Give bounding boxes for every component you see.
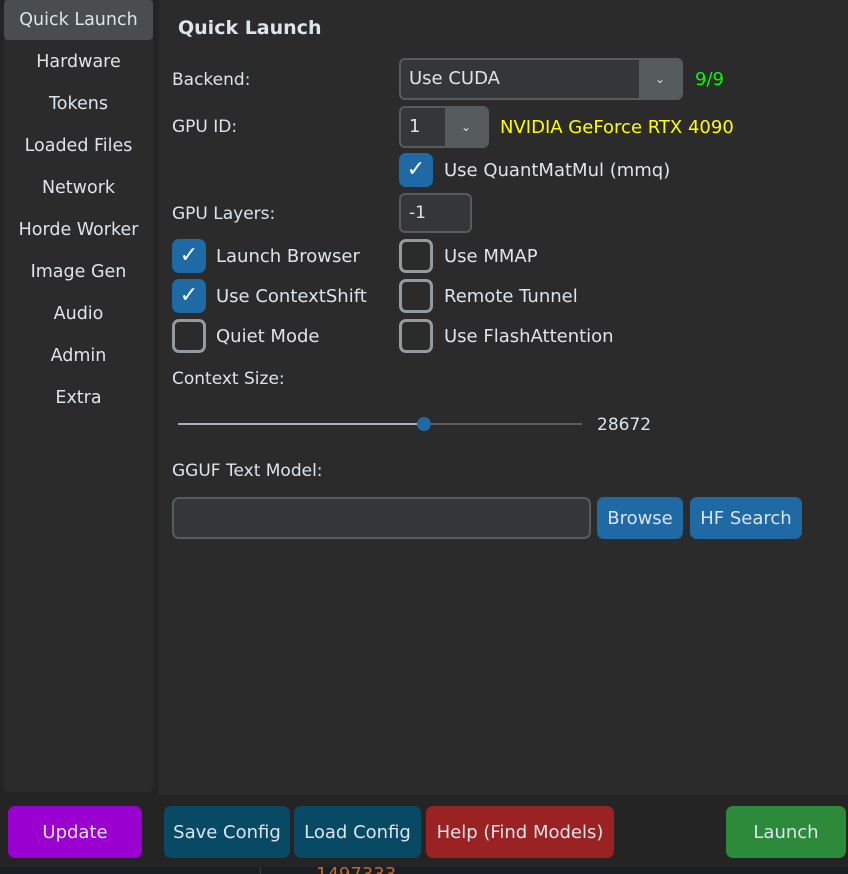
mmq-label: Use QuantMatMul (mmq) [444,160,671,181]
chevron-down-icon[interactable]: ⌄ [445,108,487,146]
background-window: 1497333 [0,867,848,874]
gpu-id-select[interactable]: 1 ⌄ [399,106,489,148]
update-button[interactable]: Update [8,806,142,858]
sidebar-item-network[interactable]: Network [4,168,153,208]
remote-tunnel-label: Remote Tunnel [444,286,578,307]
sidebar-item-audio[interactable]: Audio [4,294,153,334]
quiet-mode-label: Quiet Mode [216,326,320,347]
sidebar-item-admin[interactable]: Admin [4,336,153,376]
use-mmap-label: Use MMAP [444,246,538,267]
context-size-value: 28672 [597,415,652,435]
launch-browser-label: Launch Browser [216,246,360,267]
backend-count: 9/9 [695,69,724,90]
flash-attention-label: Use FlashAttention [444,326,614,347]
checkmark-icon: ✓ [179,243,199,268]
sidebar-item-hardware[interactable]: Hardware [4,42,153,82]
launch-browser-checkbox[interactable]: ✓ [172,239,206,273]
chevron-down-icon[interactable]: ⌄ [639,60,681,98]
sidebar-item-horde-worker[interactable]: Horde Worker [4,210,153,250]
sidebar-item-extra[interactable]: Extra [4,378,153,418]
browse-button[interactable]: Browse [597,497,683,539]
checkmark-icon: ✓ [406,157,426,182]
context-size-label: Context Size: [172,369,285,389]
sidebar-item-quick-launch[interactable]: Quick Launch [4,0,153,40]
slider-fill [178,423,425,425]
model-label: GGUF Text Model: [172,461,323,481]
background-text: 1497333 [316,867,396,874]
gpu-id-value: 1 [409,116,421,137]
sidebar: Quick Launch Hardware Tokens Loaded File… [4,0,153,792]
gpu-name: NVIDIA GeForce RTX 4090 [500,117,734,138]
sidebar-item-loaded-files[interactable]: Loaded Files [4,126,153,166]
use-mmap-checkbox[interactable] [399,239,433,273]
sidebar-item-image-gen[interactable]: Image Gen [4,252,153,292]
gpu-id-label: GPU ID: [172,117,238,137]
page-title: Quick Launch [178,17,322,39]
divider [260,867,261,874]
save-config-button[interactable]: Save Config [164,806,290,858]
hf-search-button[interactable]: HF Search [690,497,802,539]
model-path-input[interactable] [172,497,591,539]
context-shift-checkbox[interactable]: ✓ [172,279,206,313]
remote-tunnel-checkbox[interactable] [399,279,433,313]
help-button[interactable]: Help (Find Models) [426,806,614,858]
gpu-layers-label: GPU Layers: [172,204,276,224]
checkmark-icon: ✓ [179,283,199,308]
backend-label: Backend: [172,70,251,90]
quiet-mode-checkbox[interactable] [172,319,206,353]
gpu-layers-input[interactable]: -1 [399,193,472,233]
load-config-button[interactable]: Load Config [294,806,421,858]
context-size-slider[interactable] [178,417,582,431]
launch-button[interactable]: Launch [726,806,846,858]
sidebar-item-tokens[interactable]: Tokens [4,84,153,124]
mmq-checkbox[interactable]: ✓ [399,153,433,187]
backend-select[interactable]: Use CUDA ⌄ [399,58,683,100]
flash-attention-checkbox[interactable] [399,319,433,353]
backend-value: Use CUDA [409,68,500,89]
context-shift-label: Use ContextShift [216,286,367,307]
